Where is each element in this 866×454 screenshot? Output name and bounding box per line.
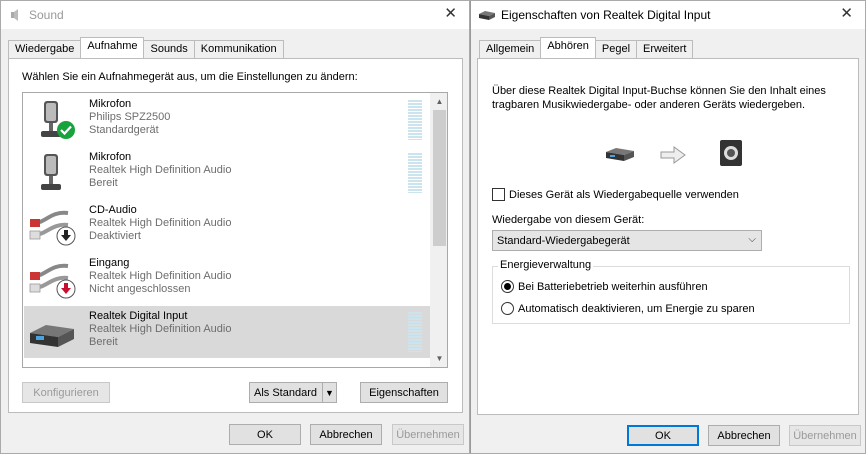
tab-wiedergabe[interactable]: Wiedergabe <box>8 40 82 58</box>
listen-panel: Über diese Realtek Digital Input-Buchse … <box>477 58 859 415</box>
scroll-up-icon[interactable]: ▲ <box>431 93 447 110</box>
tab-aufnahme[interactable]: Aufnahme <box>80 37 145 58</box>
power-option-continue-label: Bei Batteriebetrieb weiterhin ausführen <box>518 281 708 293</box>
level-meter <box>408 312 422 352</box>
sound-dialog: Sound ✕ Wiedergabe Aufnahme Sounds Kommu… <box>0 0 470 454</box>
instruction-text: Wählen Sie ein Aufnahmegerät aus, um die… <box>22 71 358 83</box>
playback-device-label: Wiedergabe von diesem Gerät: <box>492 214 645 226</box>
disabled-arrow-badge-icon <box>56 226 76 246</box>
cancel-button[interactable]: Abbrechen <box>310 424 382 445</box>
sound-tabs: Wiedergabe Aufnahme Sounds Kommunikation <box>8 37 284 58</box>
tab-erweitert[interactable]: Erweitert <box>636 40 694 58</box>
list-item[interactable]: Realtek Digital Input Realtek High Defin… <box>24 306 430 358</box>
digital-input-device-icon <box>606 145 634 163</box>
chevron-down-icon: ▼ <box>325 387 334 398</box>
device-name: Mikrofon <box>89 98 132 110</box>
tab-pegel[interactable]: Pegel <box>594 40 638 58</box>
device-list-scrollbar[interactable]: ▲ ▼ <box>430 93 447 367</box>
device-driver: Realtek High Definition Audio <box>89 323 232 335</box>
cancel-button[interactable]: Abbrechen <box>708 425 780 446</box>
chevron-down-icon: ⌵ <box>748 234 756 245</box>
device-name: Mikrofon <box>89 151 132 163</box>
device-status: Bereit <box>89 336 118 348</box>
listen-checkbox[interactable] <box>492 188 505 201</box>
apply-button[interactable]: Übernehmen <box>789 425 861 446</box>
list-item[interactable]: Eingang Realtek High Definition Audio Ni… <box>24 253 430 305</box>
level-meter <box>408 100 422 140</box>
playback-device-value: Standard-Wiedergabegerät <box>497 234 630 247</box>
set-default-button[interactable]: Als Standard <box>249 382 323 403</box>
list-item[interactable]: Mikrofon Philips SPZ2500 Standardgerät <box>24 94 430 146</box>
ok-button[interactable]: OK <box>627 425 699 446</box>
device-driver: Philips SPZ2500 <box>89 111 171 123</box>
device-driver: Realtek High Definition Audio <box>89 270 232 282</box>
properties-button[interactable]: Eigenschaften <box>360 382 448 403</box>
speaker-icon <box>9 8 23 22</box>
set-default-dropdown[interactable]: ▼ <box>322 382 337 403</box>
power-management-title: Energieverwaltung <box>498 259 594 271</box>
digital-input-device-icon <box>479 9 495 21</box>
unplugged-arrow-badge-icon <box>56 279 76 299</box>
list-item[interactable]: CD-Audio Realtek High Definition Audio D… <box>24 200 430 252</box>
power-option-continue-radio[interactable] <box>501 280 514 293</box>
apply-button[interactable]: Übernehmen <box>392 424 464 445</box>
arrow-right-icon <box>660 145 686 165</box>
power-management-group <box>492 266 850 324</box>
close-icon[interactable]: ✕ <box>840 6 853 22</box>
properties-window-title: Eigenschaften von Realtek Digital Input <box>501 8 711 22</box>
device-status: Deaktiviert <box>89 230 141 242</box>
device-status: Bereit <box>89 177 118 189</box>
sound-titlebar[interactable]: Sound ✕ <box>1 1 469 29</box>
speaker-icon <box>719 139 743 167</box>
check-badge-icon <box>56 120 76 140</box>
device-driver: Realtek High Definition Audio <box>89 164 232 176</box>
close-icon[interactable]: ✕ <box>444 6 457 22</box>
power-option-disable-radio[interactable] <box>501 302 514 315</box>
device-name: CD-Audio <box>89 204 137 216</box>
tab-allgemein[interactable]: Allgemein <box>479 40 542 58</box>
power-option-disable-label: Automatisch deaktivieren, um Energie zu … <box>518 303 755 315</box>
device-list[interactable]: Mikrofon Philips SPZ2500 Standardgerät M… <box>22 92 448 368</box>
tab-sounds[interactable]: Sounds <box>143 40 195 58</box>
device-status: Standardgerät <box>89 124 159 136</box>
tab-abhoeren[interactable]: Abhören <box>540 37 596 58</box>
scrollbar-thumb[interactable] <box>433 110 446 246</box>
configure-button[interactable]: Konfigurieren <box>22 382 110 403</box>
ok-button[interactable]: OK <box>229 424 301 445</box>
listen-checkbox-label: Dieses Gerät als Wiedergabequelle verwen… <box>509 189 739 201</box>
tab-kommunikation[interactable]: Kommunikation <box>193 40 284 58</box>
playback-device-select[interactable]: Standard-Wiedergabegerät ⌵ <box>492 230 762 251</box>
list-item[interactable]: Mikrofon Realtek High Definition Audio B… <box>24 147 430 199</box>
description-text: Über diese Realtek Digital Input-Buchse … <box>492 85 826 111</box>
device-driver: Realtek High Definition Audio <box>89 217 232 229</box>
properties-tabs: Allgemein Abhören Pegel Erweitert <box>479 37 694 58</box>
scroll-down-icon[interactable]: ▼ <box>431 350 447 367</box>
sound-window-title: Sound <box>29 8 64 22</box>
properties-titlebar[interactable]: Eigenschaften von Realtek Digital Input … <box>471 1 865 29</box>
device-name: Realtek Digital Input <box>89 310 188 322</box>
properties-dialog: Eigenschaften von Realtek Digital Input … <box>470 0 866 454</box>
device-status: Nicht angeschlossen <box>89 283 191 295</box>
device-name: Eingang <box>89 257 130 269</box>
level-meter <box>408 153 422 193</box>
microphone-icon <box>28 152 76 194</box>
digital-input-device-icon <box>28 311 76 353</box>
